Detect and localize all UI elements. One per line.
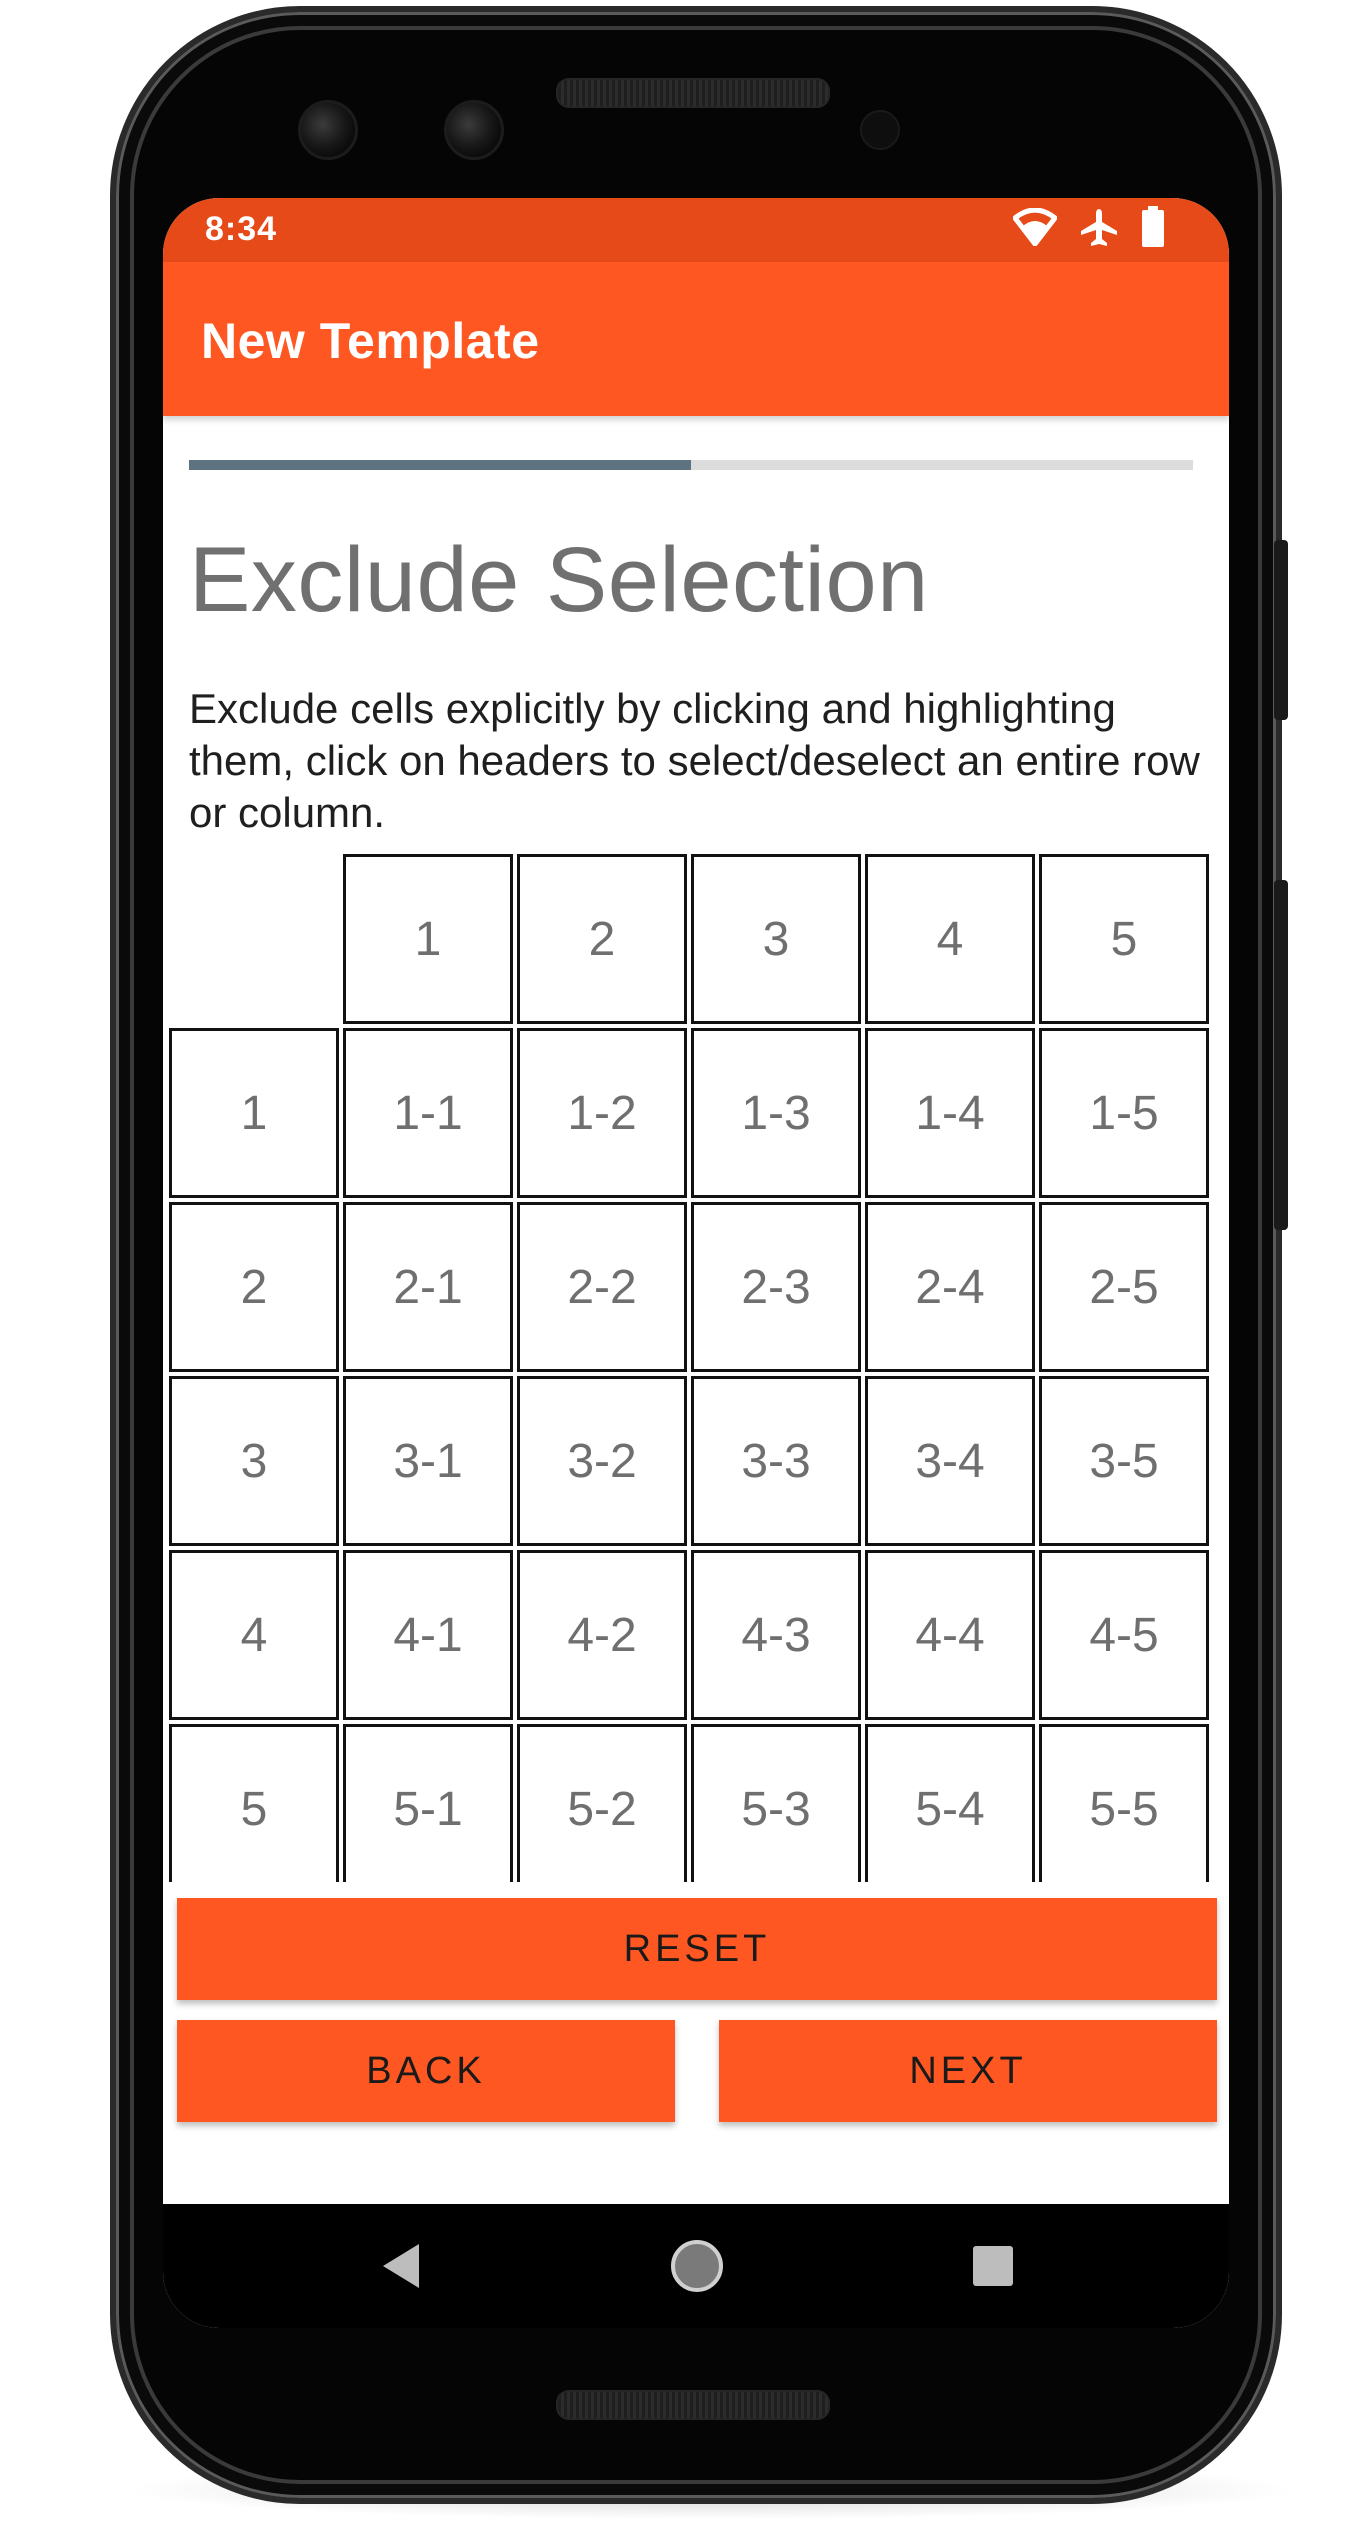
grid-cell[interactable]: 2-1 (343, 1202, 513, 1372)
grid-cell[interactable]: 5-3 (691, 1724, 861, 1882)
recents-square-icon[interactable] (961, 2234, 1025, 2298)
airplane-icon (1079, 207, 1119, 252)
grid-cell[interactable]: 1-5 (1039, 1028, 1209, 1198)
row-header-1[interactable]: 1 (169, 1028, 339, 1198)
app-title: New Template (201, 313, 540, 369)
step-progress-bar (189, 460, 1193, 470)
grid-cell[interactable]: 4-4 (865, 1550, 1035, 1720)
home-circle-icon[interactable] (665, 2234, 729, 2298)
page-title: Exclude Selection (189, 529, 929, 631)
front-camera-right-icon (444, 100, 504, 160)
grid-cell[interactable]: 2-2 (517, 1202, 687, 1372)
row-header-3[interactable]: 3 (169, 1376, 339, 1546)
step-progress-fill (189, 460, 691, 470)
wifi-icon (1012, 207, 1058, 251)
column-header-4[interactable]: 4 (865, 854, 1035, 1024)
grid-cell[interactable]: 1-4 (865, 1028, 1035, 1198)
grid-cell[interactable]: 5-5 (1039, 1724, 1209, 1882)
grid-cell[interactable]: 5-1 (343, 1724, 513, 1882)
row-header-5[interactable]: 5 (169, 1724, 339, 1882)
column-header-2[interactable]: 2 (517, 854, 687, 1024)
grid-cell[interactable]: 3-3 (691, 1376, 861, 1546)
screen: 8:34 New Template Exclude Selection Excl… (163, 198, 1229, 2328)
grid-cell[interactable]: 5-4 (865, 1724, 1035, 1882)
back-button[interactable]: BACK (177, 2020, 675, 2122)
grid-cell[interactable]: 3-1 (343, 1376, 513, 1546)
row-header-2[interactable]: 2 (169, 1202, 339, 1372)
front-camera-left-icon (298, 100, 358, 160)
proximity-sensor-icon (860, 110, 900, 150)
app-bar: New Template (163, 262, 1229, 416)
grid-cell[interactable]: 3-5 (1039, 1376, 1209, 1546)
grid-cell[interactable]: 4-5 (1039, 1550, 1209, 1720)
status-time: 8:34 (205, 210, 278, 248)
power-button (1274, 540, 1288, 720)
bottom-speaker-grille (556, 2390, 830, 2420)
exclude-grid: 1 2 3 4 5 1 2 3 4 5 1-1 1-2 1-3 1-4 1-5 2-1 2-2 2-3 2-4 2-5… (169, 854, 1229, 1882)
grid-cell[interactable]: 2-4 (865, 1202, 1035, 1372)
next-button[interactable]: NEXT (719, 2020, 1217, 2122)
status-icons (1012, 204, 1165, 254)
row-header-4[interactable]: 4 (169, 1550, 339, 1720)
grid-cell[interactable]: 5-2 (517, 1724, 687, 1882)
grid-cell[interactable]: 1-3 (691, 1028, 861, 1198)
status-bar: 8:34 (163, 198, 1229, 262)
grid-cell[interactable]: 1-1 (343, 1028, 513, 1198)
volume-button (1274, 880, 1288, 1230)
column-header-1[interactable]: 1 (343, 854, 513, 1024)
grid-cell[interactable]: 2-5 (1039, 1202, 1209, 1372)
grid-cell[interactable]: 3-4 (865, 1376, 1035, 1546)
canvas: 8:34 New Template Exclude Selection Excl… (0, 0, 1370, 2534)
reset-button[interactable]: RESET (177, 1898, 1217, 2000)
column-header-5[interactable]: 5 (1039, 854, 1209, 1024)
top-speaker-grille (556, 78, 830, 108)
grid-cell[interactable]: 2-3 (691, 1202, 861, 1372)
grid-cell[interactable]: 4-3 (691, 1550, 861, 1720)
grid-cell[interactable]: 1-2 (517, 1028, 687, 1198)
battery-icon (1141, 205, 1165, 253)
grid-cell[interactable]: 4-1 (343, 1550, 513, 1720)
grid-cell[interactable]: 3-2 (517, 1376, 687, 1546)
back-triangle-icon[interactable] (369, 2234, 433, 2298)
page-description: Exclude cells explicitly by clicking and… (189, 685, 1200, 836)
column-header-3[interactable]: 3 (691, 854, 861, 1024)
system-nav-bar (163, 2204, 1229, 2328)
grid-cell[interactable]: 4-2 (517, 1550, 687, 1720)
